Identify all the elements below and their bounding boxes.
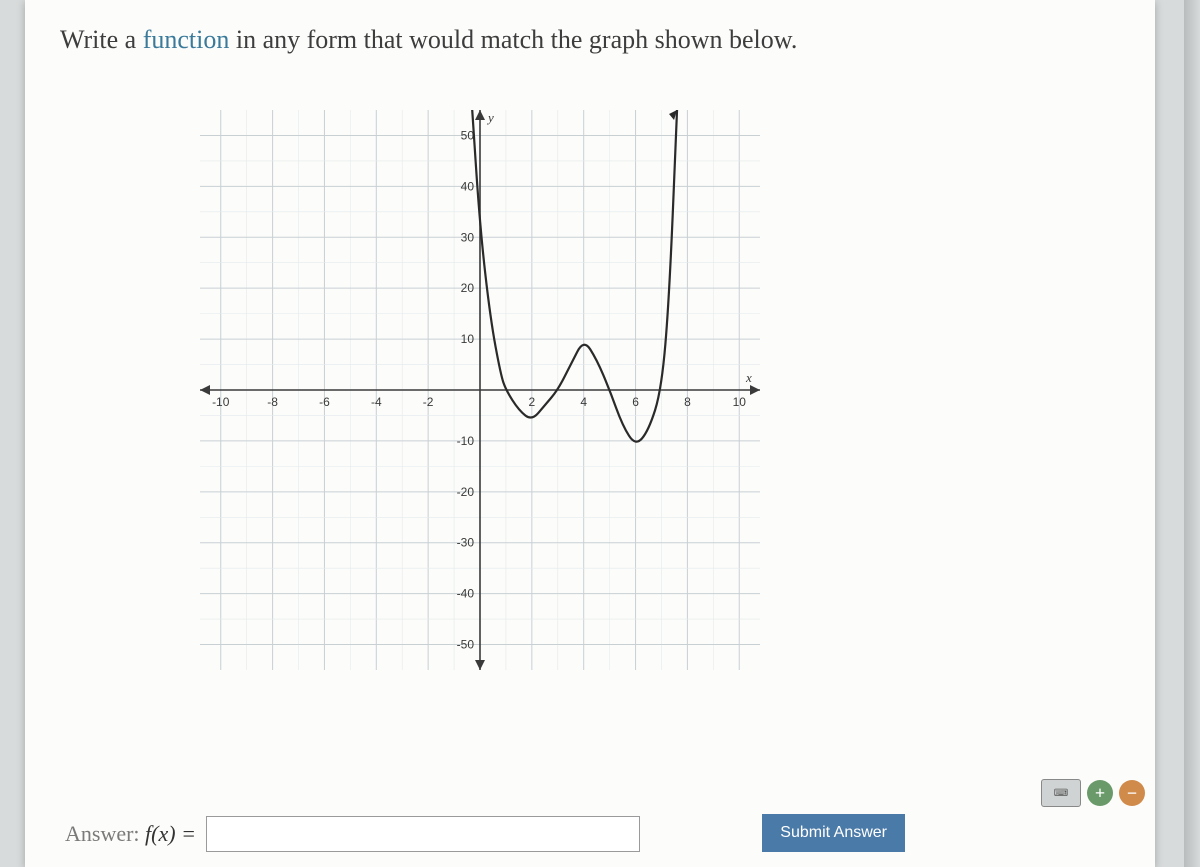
svg-text:x: x bbox=[745, 370, 752, 385]
svg-text:2: 2 bbox=[529, 395, 536, 409]
svg-text:-20: -20 bbox=[457, 485, 475, 499]
svg-text:4: 4 bbox=[580, 395, 587, 409]
svg-text:40: 40 bbox=[461, 179, 475, 193]
svg-text:20: 20 bbox=[461, 281, 475, 295]
page-edge bbox=[1184, 0, 1200, 867]
question-prompt: Write a function in any form that would … bbox=[60, 25, 797, 55]
answer-label-pre: Answer: bbox=[65, 821, 145, 846]
prompt-pre: Write a bbox=[60, 25, 143, 54]
answer-fx: f(x) = bbox=[145, 821, 196, 846]
svg-text:10: 10 bbox=[733, 395, 747, 409]
submit-button[interactable]: Submit Answer bbox=[762, 814, 905, 852]
plus-icon[interactable]: + bbox=[1087, 780, 1113, 806]
prompt-post: in any form that would match the graph s… bbox=[229, 25, 797, 54]
svg-text:-10: -10 bbox=[212, 395, 230, 409]
answer-label: Answer: f(x) = bbox=[65, 821, 196, 847]
question-card: Write a function in any form that would … bbox=[25, 0, 1155, 867]
svg-text:10: 10 bbox=[461, 332, 475, 346]
answer-input[interactable] bbox=[206, 816, 640, 852]
svg-text:6: 6 bbox=[632, 395, 639, 409]
svg-text:8: 8 bbox=[684, 395, 691, 409]
svg-text:-30: -30 bbox=[457, 536, 475, 550]
svg-text:-4: -4 bbox=[371, 395, 382, 409]
prompt-keyword: function bbox=[143, 25, 230, 54]
svg-text:-40: -40 bbox=[457, 587, 475, 601]
svg-text:-50: -50 bbox=[457, 638, 475, 652]
svg-text:30: 30 bbox=[461, 230, 475, 244]
keyboard-icon[interactable]: ⌨ bbox=[1041, 779, 1081, 807]
svg-text:-6: -6 bbox=[319, 395, 330, 409]
minus-icon[interactable]: − bbox=[1119, 780, 1145, 806]
svg-text:y: y bbox=[486, 110, 494, 125]
svg-text:-10: -10 bbox=[457, 434, 475, 448]
graph-plot: x y -10 -8 -6 -4 -2 2 4 6 8 10 50 40 30 20 10 -10 -20 -30 -4… bbox=[200, 110, 760, 670]
svg-text:50: 50 bbox=[461, 128, 475, 142]
graph-svg: x y -10 -8 -6 -4 -2 2 4 6 8 10 50 40 30 20 10 -10 -20 -30 -4… bbox=[200, 110, 760, 670]
tool-tray: ⌨ + − bbox=[1041, 779, 1145, 807]
svg-text:-2: -2 bbox=[423, 395, 434, 409]
svg-text:-8: -8 bbox=[267, 395, 278, 409]
answer-row: Answer: f(x) = bbox=[65, 816, 640, 852]
